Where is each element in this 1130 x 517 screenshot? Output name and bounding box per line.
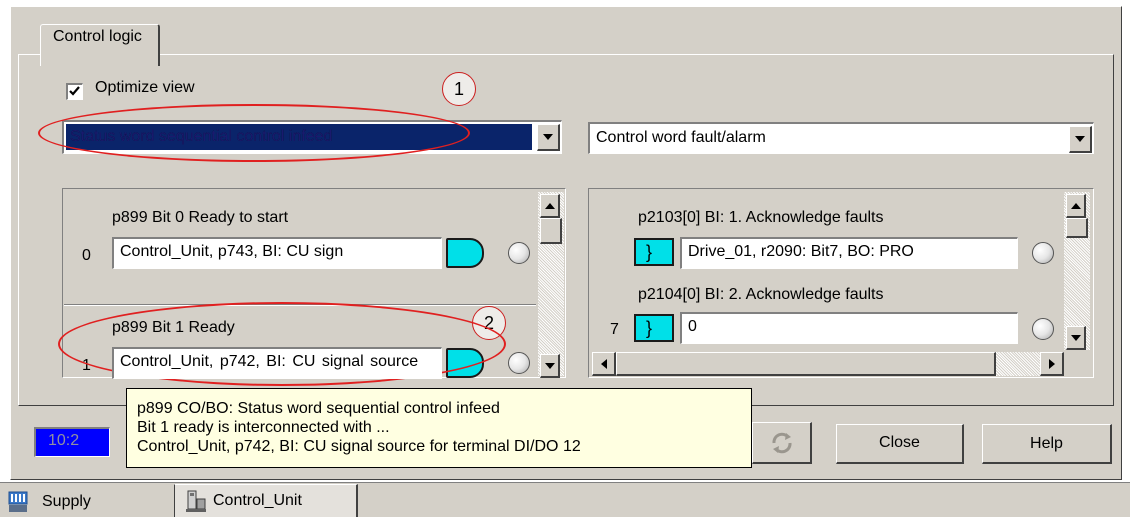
close-button[interactable]: Close <box>836 424 964 464</box>
left-select-dropdown-button[interactable] <box>537 124 560 151</box>
right-item-1-index: 7 <box>610 321 619 338</box>
left-item-1-status-led <box>508 352 530 374</box>
callout-ellipse-1 <box>38 104 470 162</box>
checkmark-icon <box>69 86 80 96</box>
help-button[interactable]: Help <box>982 424 1112 464</box>
right-scroll-up-button[interactable] <box>1066 194 1086 218</box>
optimize-view-label: Optimize view <box>95 79 195 96</box>
chevron-down-icon <box>1070 334 1081 341</box>
bottom-tab-supply-label: Supply <box>42 493 91 510</box>
right-hscroll-thumb[interactable] <box>616 352 996 376</box>
right-item-0-input-connector[interactable]: } <box>634 238 674 266</box>
right-select[interactable]: Control word fault/alarm <box>588 122 1094 154</box>
bottom-tab-control-unit-label: Control_Unit <box>213 492 302 509</box>
annotation-1: 1 <box>442 72 476 106</box>
right-item-0-status-led <box>1032 242 1054 264</box>
right-item-1-source-field[interactable]: 0 <box>680 312 1018 344</box>
right-scroll-thumb[interactable] <box>1066 218 1088 238</box>
right-item-0-source-field[interactable]: Drive_01, r2090: Bit7, BO: PRO <box>680 237 1018 269</box>
supply-icon <box>8 491 28 512</box>
left-scroll-up-button[interactable] <box>540 194 560 218</box>
optimize-view-checkbox[interactable] <box>66 83 83 100</box>
tooltip-line-3: Control_Unit, p742, BI: CU signal source… <box>137 438 581 455</box>
chevron-down-icon <box>1075 136 1085 142</box>
help-button-label: Help <box>1030 435 1063 452</box>
left-item-0-index: 0 <box>82 247 91 264</box>
right-item-1-status-led <box>1032 318 1054 340</box>
refresh-button[interactable] <box>752 422 812 464</box>
tooltip-line-2: Bit 1 ready is interconnected with ... <box>137 419 390 436</box>
status-display-value: 10:2 <box>48 432 80 449</box>
right-scroll-down-button[interactable] <box>1066 326 1086 350</box>
bottom-tab-bar <box>0 482 1130 517</box>
left-item-0-output-connector[interactable] <box>446 238 484 268</box>
left-item-0-title: p899 Bit 0 Ready to start <box>112 209 289 226</box>
chevron-down-icon <box>543 134 553 140</box>
connector-bracket-icon: } <box>646 242 653 262</box>
left-scroll-down-button[interactable] <box>540 354 560 378</box>
right-select-dropdown-button[interactable] <box>1069 126 1092 153</box>
chevron-up-icon <box>1070 202 1081 209</box>
bottom-tab-supply[interactable]: Supply <box>8 488 168 516</box>
right-item-1-input-connector[interactable]: } <box>634 314 674 342</box>
left-item-1-source-field[interactable]: Control_Unit, p742, BI: CU signal source <box>112 347 442 379</box>
right-hscroll-left-button[interactable] <box>592 352 616 376</box>
tooltip-line-1: p899 CO/BO: Status word sequential contr… <box>137 400 500 417</box>
right-select-value: Control word fault/alarm <box>596 129 766 146</box>
refresh-icon <box>771 432 792 453</box>
chevron-left-icon <box>600 358 607 369</box>
close-button-label: Close <box>879 434 920 451</box>
chevron-right-icon <box>1048 358 1055 369</box>
right-item-1-title: p2104[0] BI: 2. Acknowledge faults <box>638 286 884 303</box>
left-item-0-status-led <box>508 242 530 264</box>
tab-control-logic[interactable]: Control logic <box>40 24 160 66</box>
left-item-1-source-text: Control_Unit, p742, BI: CU signal source <box>120 353 419 370</box>
status-display: 10:2 <box>34 427 110 457</box>
control-unit-icon <box>186 490 206 512</box>
right-hscroll-right-button[interactable] <box>1040 352 1064 376</box>
left-item-0-source-field[interactable]: Control_Unit, p743, BI: CU sign <box>112 237 442 269</box>
tooltip: p899 CO/BO: Status word sequential contr… <box>126 388 752 468</box>
chevron-up-icon <box>544 202 555 209</box>
chevron-down-icon <box>544 362 555 369</box>
left-scroll-thumb[interactable] <box>540 218 562 244</box>
tab-label: Control logic <box>53 28 142 45</box>
connector-bracket-icon: } <box>646 318 653 338</box>
right-item-0-title: p2103[0] BI: 1. Acknowledge faults <box>638 209 884 226</box>
bottom-tab-control-unit[interactable]: Control_Unit <box>174 484 358 517</box>
